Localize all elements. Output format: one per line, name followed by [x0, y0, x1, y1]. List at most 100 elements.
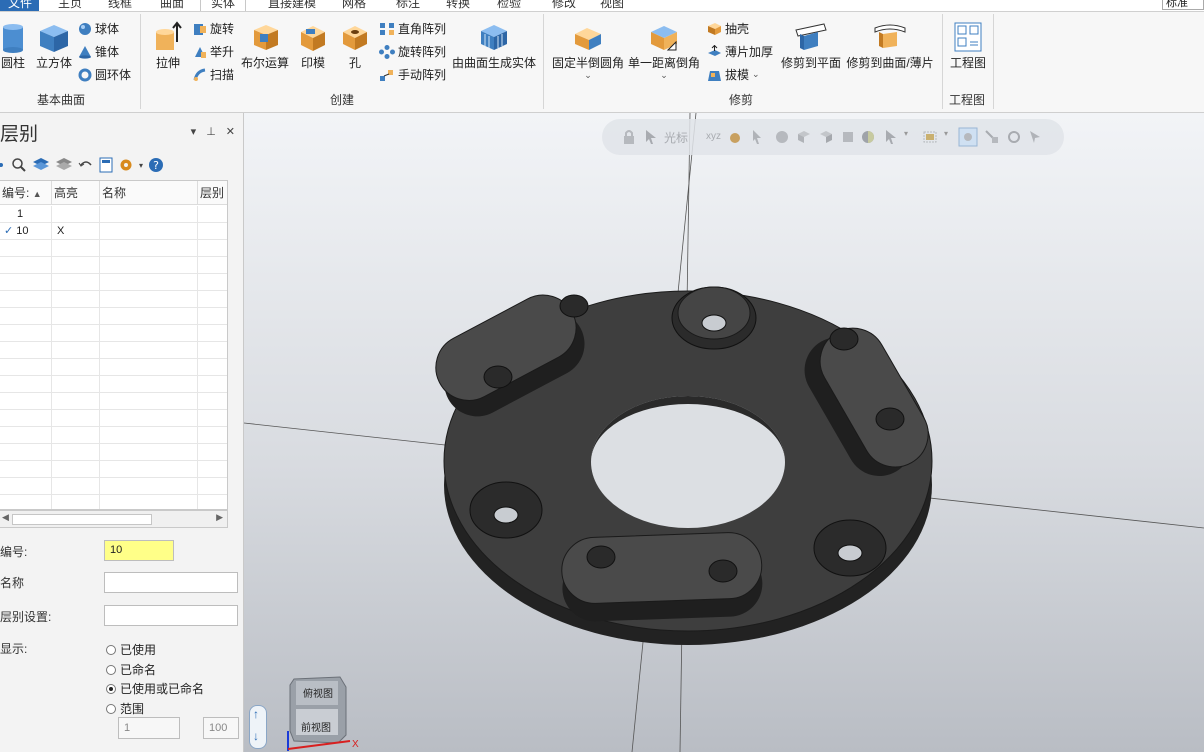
close-icon[interactable]: ✕ — [226, 125, 235, 138]
tab-wireframe[interactable]: 线框 — [108, 0, 132, 11]
cylinder-button[interactable]: 圆柱 — [0, 22, 26, 71]
tab-direct[interactable]: 直接建模 — [268, 0, 316, 11]
sphere-button[interactable]: 球体 — [78, 20, 119, 37]
radio-named[interactable]: 已命名 — [106, 661, 156, 678]
radio-used[interactable]: 已使用 — [106, 641, 156, 658]
radio-used-or-named[interactable]: 已使用或已命名 — [106, 680, 204, 697]
column-header-highlight[interactable]: 高亮 — [52, 181, 100, 205]
column-header-level[interactable]: 层别 — [198, 181, 227, 205]
manual-array-button[interactable]: 手动阵列 — [379, 66, 446, 83]
tab-mesh[interactable]: 网格 — [342, 0, 366, 11]
lock-icon[interactable] — [622, 129, 636, 145]
view-cube-top[interactable]: 俯视图 — [303, 685, 333, 700]
chevron-down-icon[interactable]: ▾ — [139, 161, 143, 170]
chamfer-button[interactable]: 单一距离倒角 ⌄ — [628, 20, 700, 80]
tab-solid[interactable]: 实体 — [200, 0, 247, 11]
scroll-thumb[interactable] — [12, 514, 152, 525]
thicken-button[interactable]: 薄片加厚 — [707, 43, 773, 60]
rotate-icon[interactable] — [1006, 129, 1022, 145]
boolean-icon — [254, 25, 278, 50]
table-row[interactable]: 1 — [0, 206, 227, 223]
chevron-down-icon[interactable]: ▾ — [944, 129, 948, 138]
trim-to-surface-button[interactable]: 修剪到曲面/薄片 — [845, 20, 935, 71]
sweep-button[interactable]: 扫描 — [193, 66, 234, 83]
surface-to-solid-button[interactable]: 由曲面生成实体 — [452, 20, 536, 71]
column-header-name[interactable]: 名称 — [100, 181, 198, 205]
xyz-icon[interactable]: xyz — [706, 131, 721, 142]
tab-inspect[interactable]: 检验 — [497, 0, 521, 11]
extrude-button[interactable]: 拉伸 — [151, 20, 185, 71]
empty-cell — [100, 393, 198, 410]
draft-button[interactable]: 拔模 ⌄ — [707, 66, 760, 83]
search-icon[interactable] — [11, 157, 27, 173]
level-setting-field[interactable] — [104, 605, 238, 626]
pin-icon[interactable]: ⊥ — [206, 125, 216, 138]
panel-menu-icon[interactable]: ▾ — [191, 125, 197, 138]
range-to-field[interactable]: 100 — [203, 717, 239, 739]
select-arrow-icon[interactable] — [750, 129, 764, 145]
filter-icon[interactable] — [958, 127, 978, 147]
drawing-button[interactable]: 工程图 — [948, 20, 988, 71]
row-name[interactable] — [100, 206, 198, 223]
torus-button[interactable]: 圆环体 — [78, 66, 131, 83]
graphics-viewport[interactable]: 光标 xyz ▾ ▾ ↑ ↓ 俯视图 前视图 X — [244, 113, 1204, 752]
select-cursor-icon[interactable] — [884, 129, 898, 145]
window-select-icon[interactable] — [922, 129, 938, 145]
layers-icon[interactable] — [32, 157, 50, 173]
sphere-view-icon[interactable] — [860, 129, 876, 145]
row-highlight[interactable] — [52, 206, 100, 223]
scroll-right-icon[interactable]: ▶ — [216, 512, 223, 523]
box2-icon[interactable] — [840, 129, 856, 145]
down-arrow-icon[interactable]: ↓ — [253, 730, 259, 742]
horizontal-scrollbar[interactable]: ◀ ▶ — [0, 510, 228, 528]
help-icon[interactable]: ? — [148, 157, 164, 173]
rect-array-button[interactable]: 直角阵列 — [379, 20, 446, 37]
arrow-cursor-icon[interactable] — [1028, 129, 1044, 145]
revolve-button[interactable]: 旋转 — [193, 20, 234, 37]
tab-convert[interactable]: 转换 — [446, 0, 470, 11]
snap-icon[interactable] — [728, 129, 742, 145]
fixed-fillet-button[interactable]: 固定半倒圆角 ⌄ — [552, 20, 624, 80]
tab-annotate[interactable]: 标注 — [396, 0, 420, 11]
tab-view[interactable]: 视图 — [600, 0, 624, 11]
boolean-button[interactable]: 布尔运算 — [240, 20, 290, 71]
cone-button[interactable]: 锥体 — [78, 43, 119, 60]
view-scroll-control[interactable]: ↑ ↓ — [249, 705, 267, 749]
cube-button[interactable]: 立方体 — [34, 22, 74, 71]
tab-tools[interactable]: 修改 — [552, 0, 576, 11]
cursor-icon[interactable] — [644, 129, 658, 145]
add-icon[interactable] — [0, 157, 6, 173]
calculator-icon[interactable] — [99, 157, 113, 173]
hole-button[interactable]: 孔 — [340, 20, 370, 71]
view-mode-dropdown[interactable]: 标准 — [1162, 0, 1204, 10]
imprint-button[interactable]: 印模 — [298, 20, 328, 71]
row-highlight[interactable]: X — [52, 223, 100, 240]
number-field[interactable]: 10 — [104, 540, 174, 561]
empty-table-row — [0, 444, 227, 461]
name-field[interactable] — [104, 572, 238, 593]
vector-icon[interactable] — [984, 129, 1000, 145]
rot-array-button[interactable]: 旋转阵列 — [379, 43, 446, 60]
shade-icon[interactable] — [796, 129, 812, 145]
flange-part[interactable] — [424, 283, 940, 645]
row-name[interactable] — [100, 223, 198, 240]
column-header-number[interactable]: 编号: ▲ — [0, 181, 52, 205]
tab-surface[interactable]: 曲面 — [160, 0, 184, 11]
up-arrow-icon[interactable]: ↑ — [253, 708, 259, 720]
chevron-down-icon[interactable]: ▾ — [904, 129, 908, 138]
range-from-field[interactable]: 1 — [118, 717, 180, 739]
gear-icon[interactable] — [118, 157, 134, 173]
tab-file[interactable]: 文件 — [0, 0, 39, 11]
undo-icon[interactable] — [78, 157, 94, 173]
solid-select-icon[interactable] — [774, 129, 790, 145]
cursor-label: 光标 — [664, 131, 689, 145]
layers-gray-icon[interactable] — [55, 157, 73, 173]
box-icon[interactable] — [818, 129, 834, 145]
shell-button[interactable]: 抽壳 — [707, 20, 749, 37]
loft-button[interactable]: 举升 — [193, 43, 234, 60]
scroll-left-icon[interactable]: ◀ — [2, 512, 9, 523]
tab-home[interactable]: 主页 — [58, 0, 82, 11]
trim-to-plane-button[interactable]: 修剪到平面 — [779, 20, 843, 71]
table-row[interactable]: ✓ 10 X — [0, 223, 227, 240]
radio-range[interactable]: 范围 — [106, 700, 144, 717]
